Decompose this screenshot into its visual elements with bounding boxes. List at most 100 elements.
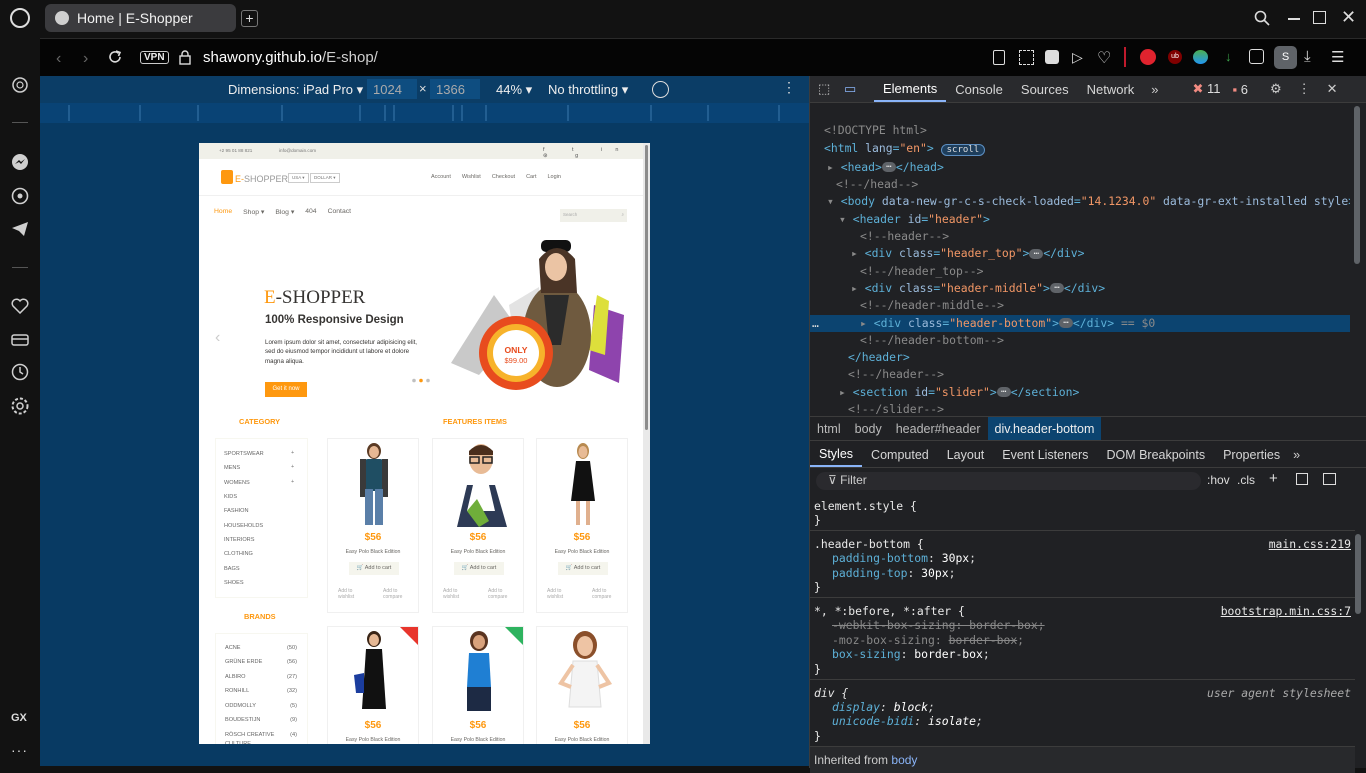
tab-properties[interactable]: Properties: [1214, 442, 1289, 467]
currency-select-2[interactable]: DOLLAR ▾: [310, 173, 340, 183]
heart-icon[interactable]: [10, 296, 30, 316]
height-input[interactable]: 1366: [430, 79, 480, 99]
snapshot-icon[interactable]: [1019, 50, 1034, 65]
tab-event-listeners[interactable]: Event Listeners: [993, 442, 1097, 467]
expand-icon[interactable]: +: [291, 479, 294, 485]
brand-item[interactable]: BOUDESTIJN (9): [225, 717, 297, 723]
ublock-icon[interactable]: ub: [1168, 50, 1182, 64]
css-declaration-overridden[interactable]: -webkit-box-sizing: border-box;: [814, 618, 1351, 633]
site-logo[interactable]: E-SHOPPER: [235, 174, 288, 184]
forward-icon[interactable]: ›: [83, 50, 88, 68]
ad-block-icon[interactable]: [1140, 49, 1156, 65]
dom-line[interactable]: ▸ <section id="slider">… </section>: [810, 384, 1350, 401]
back-icon[interactable]: ‹: [56, 50, 61, 68]
category-womens[interactable]: WOMENS: [224, 480, 250, 486]
dom-line[interactable]: <html lang="en"> scroll: [810, 140, 1350, 159]
product-image[interactable]: [557, 629, 613, 715]
checkout-link[interactable]: Checkout: [492, 174, 515, 180]
styles-scrollbar[interactable]: [1355, 534, 1363, 618]
lock-icon[interactable]: [179, 50, 191, 65]
product-image[interactable]: [453, 441, 509, 527]
rule-selector[interactable]: element.style {: [814, 499, 1351, 513]
rotate-icon[interactable]: [652, 81, 669, 98]
wallet-icon[interactable]: [10, 330, 30, 350]
more-style-tabs-icon[interactable]: »: [1289, 448, 1304, 462]
css-declaration[interactable]: padding-top: 30px;: [814, 566, 1351, 581]
maximize-icon[interactable]: [1313, 11, 1326, 24]
dom-line[interactable]: <!DOCTYPE html>: [810, 122, 1350, 139]
browser-tab[interactable]: Home | E-Shopper: [45, 4, 236, 32]
product-image[interactable]: [565, 441, 601, 527]
dom-line[interactable]: </header>: [810, 349, 1350, 366]
add-to-compare-link[interactable]: Add to compare: [383, 588, 413, 600]
brand-item[interactable]: ACNE (50): [225, 645, 297, 651]
category-kids[interactable]: KIDS: [224, 494, 237, 500]
dom-line[interactable]: ▸ <head>… </head>: [810, 159, 1350, 176]
add-to-compare-link[interactable]: Add to compare: [488, 588, 518, 600]
zoom-dropdown[interactable]: 44% ▾: [496, 82, 532, 98]
add-to-wishlist-link[interactable]: Add to wishlist: [547, 588, 577, 600]
minimize-icon[interactable]: [1288, 18, 1300, 20]
logo-bag-icon[interactable]: [221, 170, 233, 184]
category-shoes[interactable]: SHOES: [224, 580, 244, 586]
breadcrumb-header-bottom[interactable]: div.header-bottom: [987, 417, 1102, 440]
tab-sources[interactable]: Sources: [1012, 76, 1078, 102]
close-window-icon[interactable]: ✕: [1341, 8, 1356, 26]
dimensions-dropdown[interactable]: Dimensions: iPad Pro ▾: [228, 82, 363, 98]
breadcrumb-body[interactable]: body: [848, 422, 889, 436]
category-sportswear[interactable]: SPORTSWEAR: [224, 451, 264, 457]
tab-console[interactable]: Console: [946, 76, 1012, 102]
chatgpt-icon[interactable]: [10, 75, 30, 95]
brand-item[interactable]: RÖSCH CREATIVE CULTURE (4): [225, 731, 297, 744]
whatsapp-icon[interactable]: [10, 186, 30, 206]
product-image[interactable]: [457, 629, 501, 715]
contact-phone[interactable]: +2 95 01 88 821: [219, 148, 252, 153]
social-icons[interactable]: f t in ⊛ g: [543, 147, 643, 159]
tab-computed[interactable]: Computed: [862, 442, 938, 467]
reload-icon[interactable]: [107, 49, 123, 65]
dom-line[interactable]: <!--/slider-->: [810, 401, 1350, 416]
opera-logo-icon[interactable]: [10, 8, 30, 28]
brand-item[interactable]: RONHILL (32): [225, 688, 297, 694]
nav-contact[interactable]: Contact: [328, 208, 351, 216]
throttling-dropdown[interactable]: No throttling ▾: [548, 82, 628, 98]
brand-item[interactable]: ODDMOLLY (5): [225, 703, 297, 709]
extensions-icon[interactable]: [1249, 49, 1264, 64]
download-green-icon[interactable]: ↓: [1225, 49, 1232, 64]
rule-source-link[interactable]: main.css:219: [1269, 537, 1351, 551]
url-field[interactable]: shawony.github.io/E-shop/: [203, 49, 378, 66]
gx-label[interactable]: GX: [11, 712, 27, 724]
contact-email[interactable]: info@domain.com: [279, 148, 316, 153]
dom-line[interactable]: <!--header-->: [810, 228, 1350, 245]
add-to-cart-button[interactable]: 🛒 Add to cart: [558, 562, 608, 575]
tab-styles[interactable]: Styles: [810, 442, 863, 467]
get-it-now-button[interactable]: Get it now: [265, 382, 307, 397]
scroll-badge[interactable]: scroll: [940, 143, 986, 156]
downloads-icon[interactable]: ⤓: [1304, 48, 1311, 65]
tab-layout[interactable]: Layout: [938, 442, 994, 467]
brand-item[interactable]: ALBIRO (27): [225, 674, 297, 680]
devtools-menu-icon[interactable]: ⋮: [1298, 81, 1311, 97]
dom-line[interactable]: <!--/header_top-->: [810, 263, 1350, 280]
currency-select-1[interactable]: USA ▾: [288, 173, 309, 183]
brand-item[interactable]: GRÜNE ERDE (56): [225, 659, 297, 665]
category-mens[interactable]: MENS: [224, 465, 240, 471]
css-declaration[interactable]: box-sizing: border-box;: [814, 647, 1351, 662]
dom-scrollbar[interactable]: [1354, 106, 1363, 411]
category-bags[interactable]: BAGS: [224, 566, 240, 572]
pin-icon[interactable]: [993, 50, 1005, 65]
tab-network[interactable]: Network: [1078, 76, 1144, 102]
nav-home[interactable]: Home: [214, 208, 232, 216]
page-scrollbar[interactable]: [643, 143, 650, 744]
device-more-icon[interactable]: ⋮: [782, 79, 796, 96]
hov-toggle[interactable]: :hov: [1207, 473, 1230, 487]
vpn-badge[interactable]: VPN: [140, 51, 169, 64]
cart-link[interactable]: Cart: [526, 174, 536, 180]
add-to-wishlist-link[interactable]: Add to wishlist: [443, 588, 473, 600]
add-to-cart-button[interactable]: 🛒 Add to cart: [454, 562, 504, 575]
category-interiors[interactable]: INTERIORS: [224, 537, 254, 543]
css-declaration[interactable]: padding-bottom: 30px;: [814, 551, 1351, 566]
dom-line-selected[interactable]: … ▸ <div class="header-bottom">… </div> =…: [810, 314, 1350, 332]
dom-line[interactable]: <!--/head-->: [810, 176, 1350, 193]
dom-line[interactable]: ▸ <div class="header-middle">… </div>: [810, 280, 1350, 297]
